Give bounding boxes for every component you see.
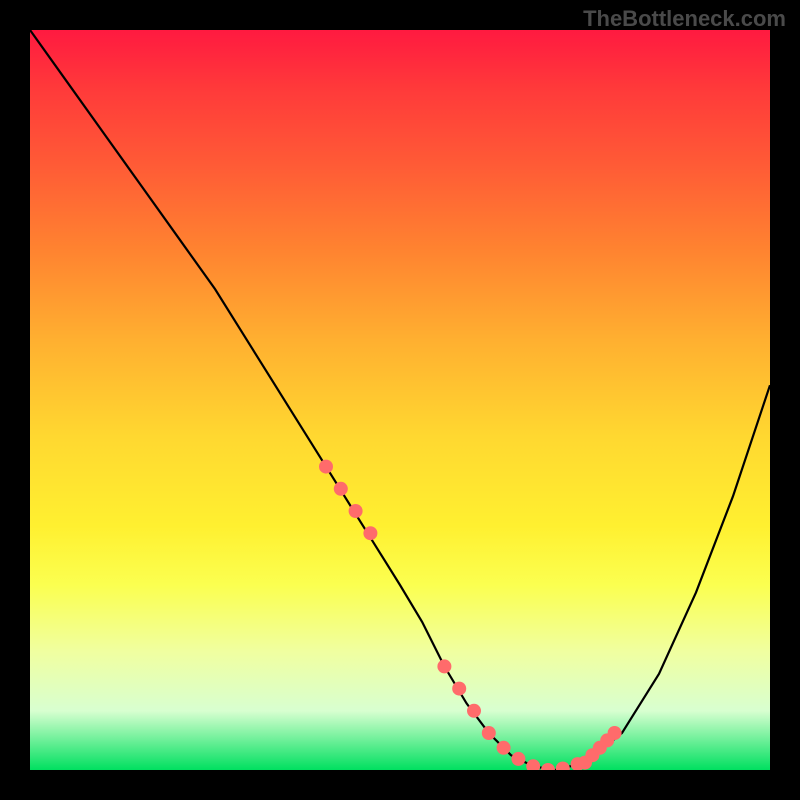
marker-point xyxy=(452,682,466,696)
marker-point xyxy=(497,741,511,755)
marker-point xyxy=(467,704,481,718)
marker-point xyxy=(482,726,496,740)
bottleneck-curve xyxy=(30,30,770,770)
marker-point xyxy=(608,726,622,740)
marker-point xyxy=(349,504,363,518)
marker-point xyxy=(334,482,348,496)
highlight-markers xyxy=(319,460,622,770)
marker-point xyxy=(437,659,451,673)
marker-point xyxy=(511,752,525,766)
marker-point xyxy=(319,460,333,474)
marker-point xyxy=(363,526,377,540)
marker-point xyxy=(526,759,540,770)
plot-area xyxy=(30,30,770,770)
chart-svg xyxy=(30,30,770,770)
watermark-text: TheBottleneck.com xyxy=(583,6,786,32)
marker-point xyxy=(541,763,555,770)
marker-point xyxy=(556,762,570,771)
